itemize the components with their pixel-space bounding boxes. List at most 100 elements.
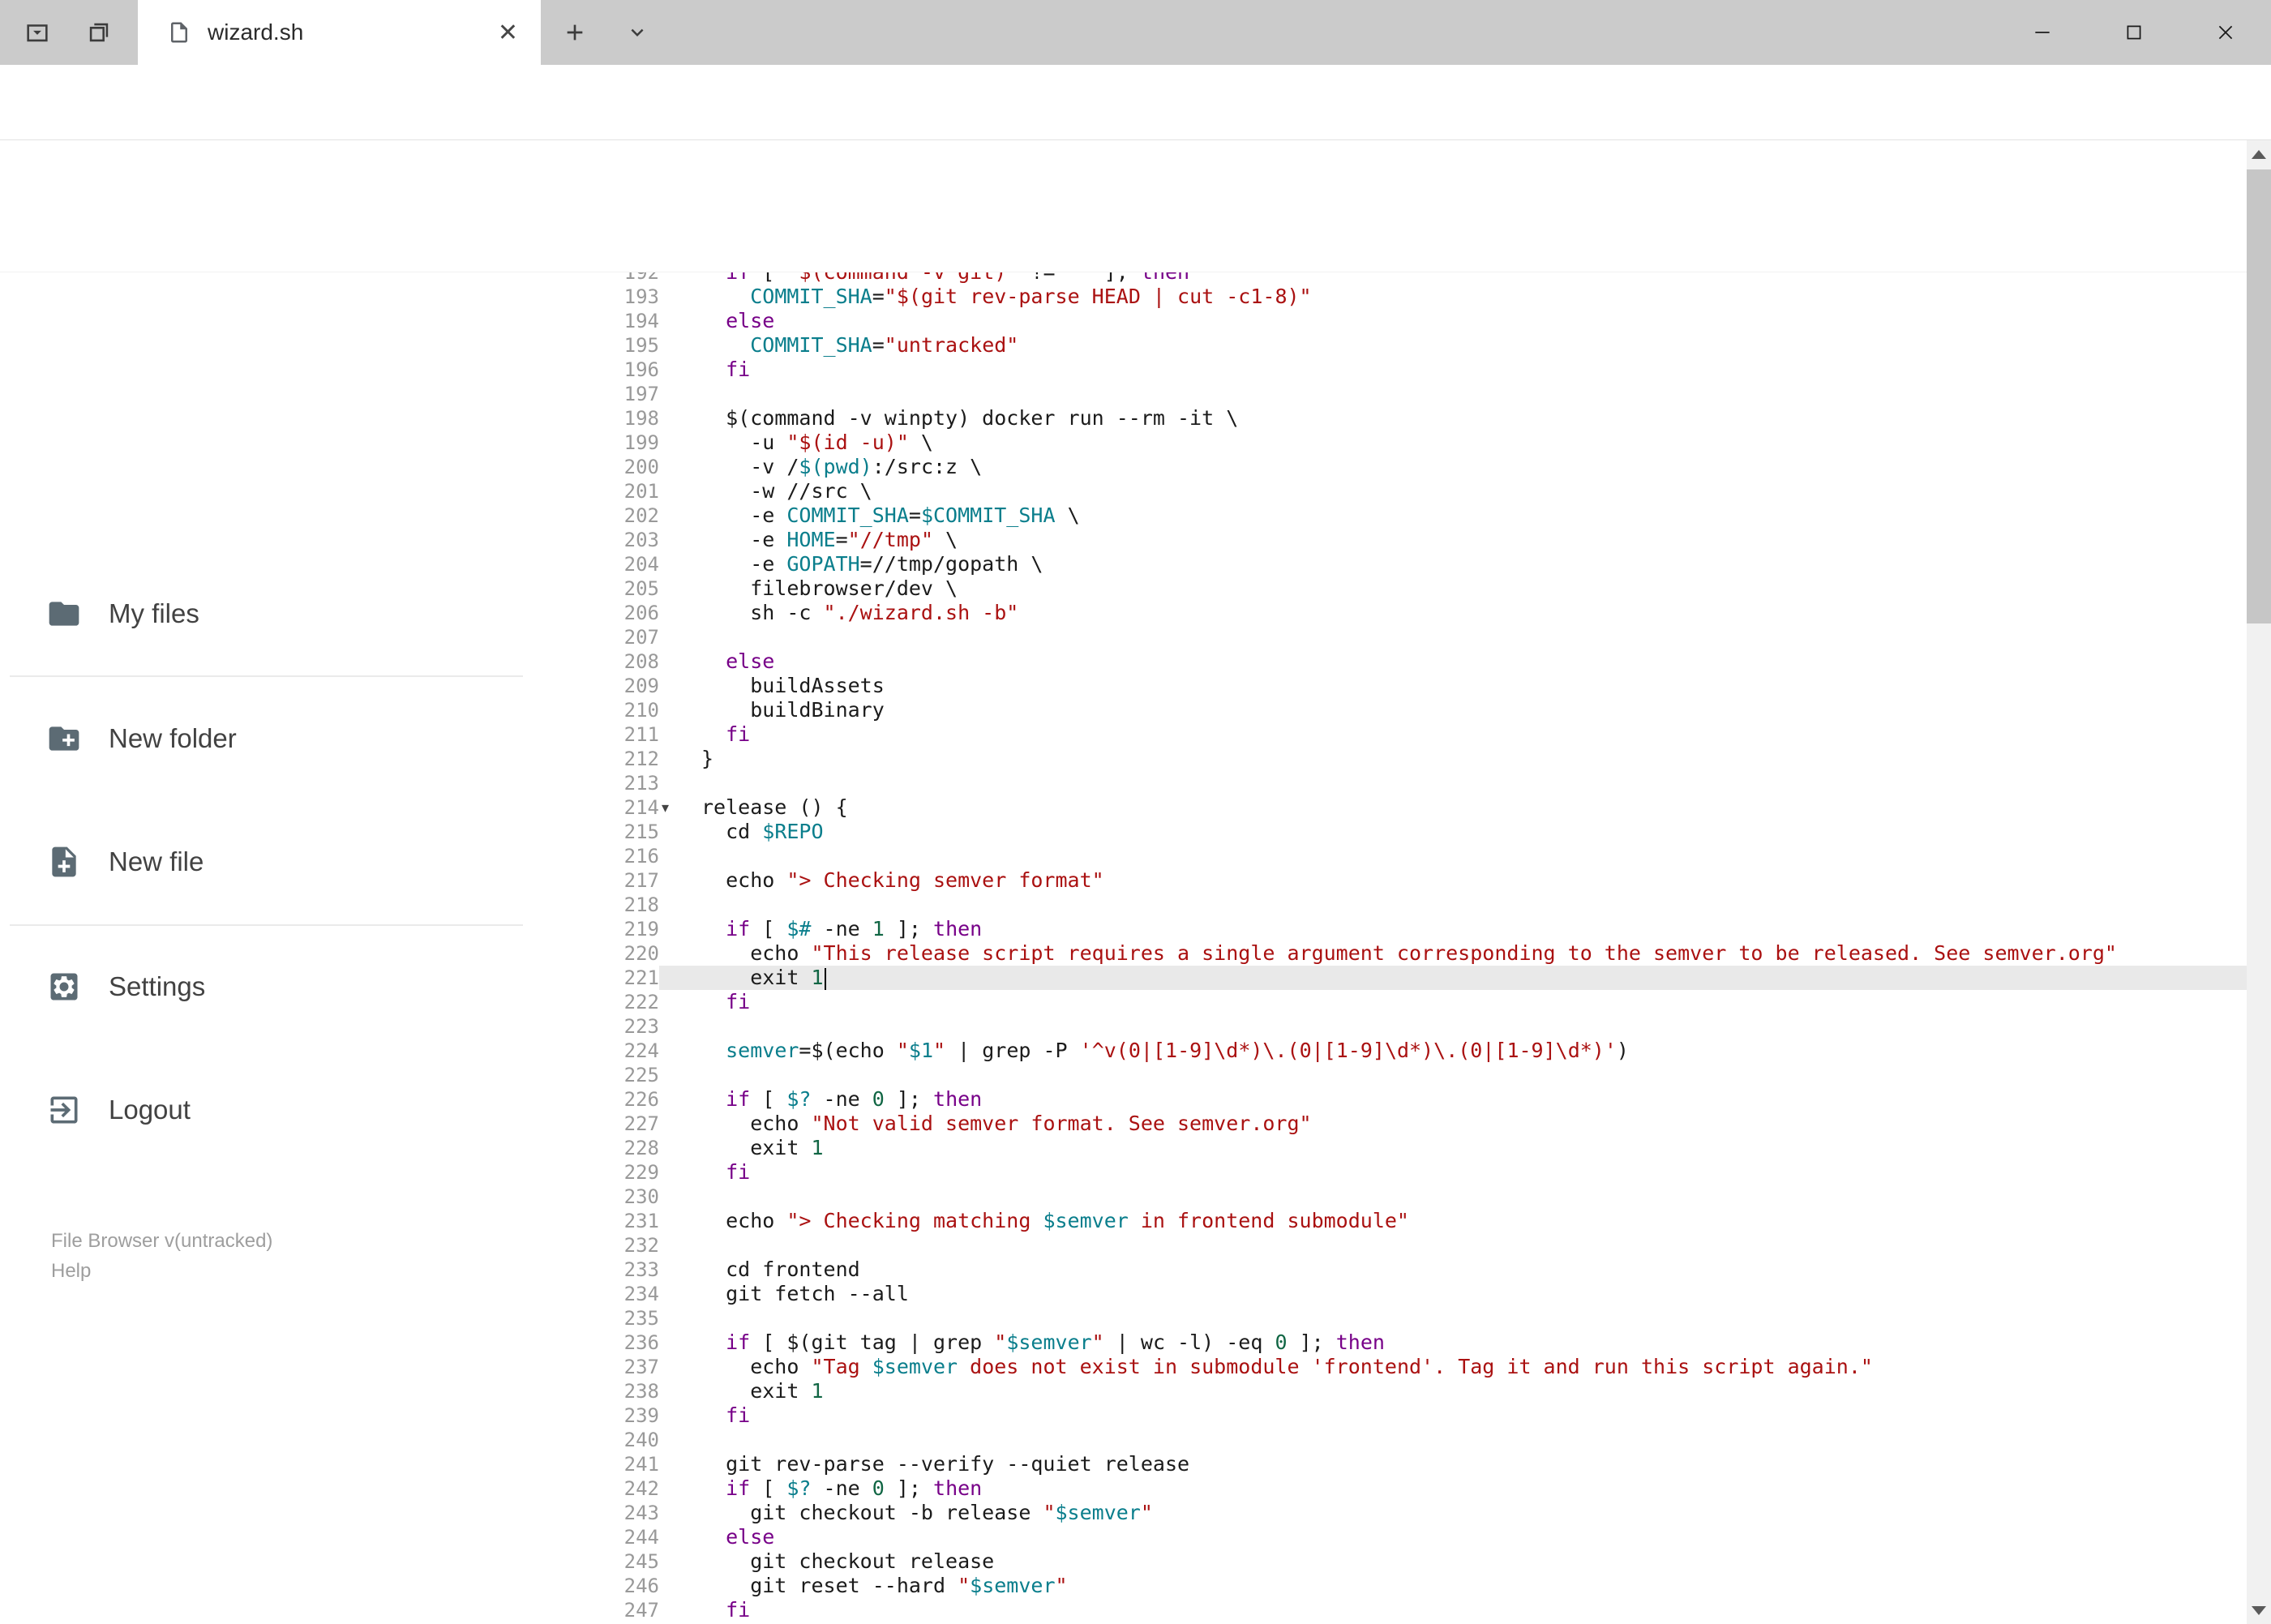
code-text: -w //src \ (701, 479, 872, 503)
sidebar-item-new-folder[interactable]: New folder (0, 702, 608, 775)
sidebar-divider (10, 675, 523, 677)
tab-preview-button[interactable] (6, 0, 68, 65)
line-number: 209 (623, 675, 659, 697)
sidebar-item-new-file[interactable]: New file (0, 825, 608, 898)
code-line[interactable]: 241 git rev-parse --verify --quiet relea… (608, 1452, 2247, 1476)
code-line[interactable]: 234 git fetch --all (608, 1282, 2247, 1306)
settings-icon (50, 973, 78, 1001)
code-line[interactable]: 224 semver=$(echo "$1" | grep -P '^v(0|[… (608, 1039, 2247, 1063)
code-line[interactable]: 206 sh -c "./wizard.sh -b" (608, 601, 2247, 625)
line-number: 219 (623, 918, 659, 941)
code-line[interactable]: 222 fi (608, 990, 2247, 1014)
code-line[interactable]: 205 filebrowser/dev \ (608, 576, 2247, 601)
code-line[interactable]: 204 -e GOPATH=//tmp/gopath \ (608, 552, 2247, 576)
code-text: -e COMMIT_SHA=$COMMIT_SHA \ (701, 503, 1080, 527)
code-line[interactable]: 244 else (608, 1525, 2247, 1549)
code-line[interactable]: 207 (608, 625, 2247, 649)
code-line[interactable]: 203 -e HOME="//tmp" \ (608, 528, 2247, 552)
code-line[interactable]: 197 (608, 382, 2247, 406)
line-number: 214 (623, 796, 659, 819)
maximize-button[interactable] (2088, 0, 2179, 65)
code-line[interactable]: 226 if [ $? -ne 0 ]; then (608, 1087, 2247, 1112)
line-number: 242 (623, 1477, 659, 1500)
code-line[interactable]: 195 COMMIT_SHA="untracked" (608, 333, 2247, 358)
document-icon (171, 22, 187, 43)
tab-close-icon[interactable]: ✕ (498, 19, 518, 47)
code-line[interactable]: 239 fi (608, 1403, 2247, 1428)
code-line[interactable]: 231 echo "> Checking matching $semver in… (608, 1209, 2247, 1233)
code-line[interactable]: 212} (608, 747, 2247, 771)
code-line[interactable]: 208 else (608, 649, 2247, 674)
code-editor[interactable]: 192 if [ "$(command -v git)" != "" ]; th… (608, 272, 2247, 1624)
line-number: 195 (623, 334, 659, 357)
code-line[interactable]: 233 cd frontend (608, 1258, 2247, 1282)
code-line[interactable]: 196 fi (608, 358, 2247, 382)
sidebar-item-settings[interactable]: Settings (0, 950, 608, 1023)
code-line[interactable]: 194 else (608, 309, 2247, 333)
code-line[interactable]: 218 (608, 893, 2247, 917)
line-number: 241 (623, 1453, 659, 1476)
code-text: else (726, 649, 775, 673)
browser-tab[interactable]: wizard.sh ✕ (138, 0, 541, 65)
code-line[interactable]: 246 git reset --hard "$semver" (608, 1574, 2247, 1598)
code-line[interactable]: 227 echo "Not valid semver format. See s… (608, 1112, 2247, 1136)
scroll-down-button[interactable] (2247, 1596, 2271, 1624)
line-number: 205 (623, 577, 659, 600)
line-number: 194 (623, 310, 659, 332)
tab-bar: wizard.sh ✕ (0, 0, 2271, 65)
line-number: 199 (623, 431, 659, 454)
code-line[interactable]: 211 fi (608, 722, 2247, 747)
code-line[interactable]: 230 (608, 1185, 2247, 1209)
scrollbar-thumb[interactable] (2247, 169, 2271, 623)
code-line[interactable]: 220 echo "This release script requires a… (608, 941, 2247, 966)
app-version-text: File Browser v(untracked) (51, 1230, 273, 1252)
sidebar-item-logout[interactable]: Logout (0, 1073, 608, 1146)
code-line[interactable]: 192 if [ "$(command -v git)" != "" ]; th… (608, 272, 2247, 285)
code-line[interactable]: 221 exit 1 (608, 966, 2247, 990)
code-text: fi (726, 990, 751, 1013)
code-text: if [ $# -ne 1 ]; then (726, 917, 983, 941)
code-line[interactable]: 238 exit 1 (608, 1379, 2247, 1403)
code-line[interactable]: 242 if [ $? -ne 0 ]; then (608, 1476, 2247, 1501)
code-line[interactable]: 209 buildAssets (608, 674, 2247, 698)
code-line[interactable]: 193 COMMIT_SHA="$(git rev-parse HEAD | c… (608, 285, 2247, 309)
code-line[interactable]: 202 -e COMMIT_SHA=$COMMIT_SHA \ (608, 503, 2247, 528)
code-line[interactable]: 200 -v /$(pwd):/src:z \ (608, 455, 2247, 479)
code-text: COMMIT_SHA="untracked" (750, 333, 1019, 357)
code-line[interactable]: 235 (608, 1306, 2247, 1330)
tab-preview-icon (27, 24, 48, 42)
minimize-button[interactable] (1996, 0, 2088, 65)
code-line[interactable]: 201 -w //src \ (608, 479, 2247, 503)
scroll-up-button[interactable] (2247, 140, 2271, 168)
set-tabs-aside-button[interactable] (68, 0, 130, 65)
tab-list-button[interactable] (606, 0, 668, 65)
code-line[interactable]: 199 -u "$(id -u)" \ (608, 431, 2247, 455)
code-line[interactable]: 237 echo "Tag $semver does not exist in … (608, 1355, 2247, 1379)
code-line[interactable]: 240 (608, 1428, 2247, 1452)
code-line[interactable]: 213 (608, 771, 2247, 795)
code-line[interactable]: 214 ▾ release () { (608, 795, 2247, 820)
code-line[interactable]: 228 exit 1 (608, 1136, 2247, 1160)
code-line[interactable]: 225 (608, 1063, 2247, 1087)
code-line[interactable]: 198 $(command -v winpty) docker run --rm… (608, 406, 2247, 431)
code-line[interactable]: 210 buildBinary (608, 698, 2247, 722)
help-link[interactable]: Help (51, 1256, 272, 1286)
sidebar-item-my-files[interactable]: My files (0, 577, 608, 650)
code-line[interactable]: 247 fi (608, 1598, 2247, 1622)
code-line[interactable]: 232 (608, 1233, 2247, 1258)
code-line[interactable]: 229 fi (608, 1160, 2247, 1185)
code-line[interactable]: 236 if [ $(git tag | grep "$semver" | wc… (608, 1330, 2247, 1355)
code-line[interactable]: 223 (608, 1014, 2247, 1039)
code-line[interactable]: 219 if [ $# -ne 1 ]; then (608, 917, 2247, 941)
close-button[interactable] (2179, 0, 2271, 65)
fold-marker-icon[interactable]: ▾ (662, 795, 684, 820)
new-tab-button[interactable] (544, 0, 606, 65)
code-line[interactable]: 243 git checkout -b release "$semver" (608, 1501, 2247, 1525)
code-line[interactable]: 245 git checkout release (608, 1549, 2247, 1574)
code-line[interactable]: 216 (608, 844, 2247, 868)
vertical-scrollbar[interactable] (2247, 140, 2271, 1624)
code-line[interactable]: 215 cd $REPO (608, 820, 2247, 844)
code-line[interactable]: 217 echo "> Checking semver format" (608, 868, 2247, 893)
tab-title: wizard.sh (208, 19, 304, 45)
